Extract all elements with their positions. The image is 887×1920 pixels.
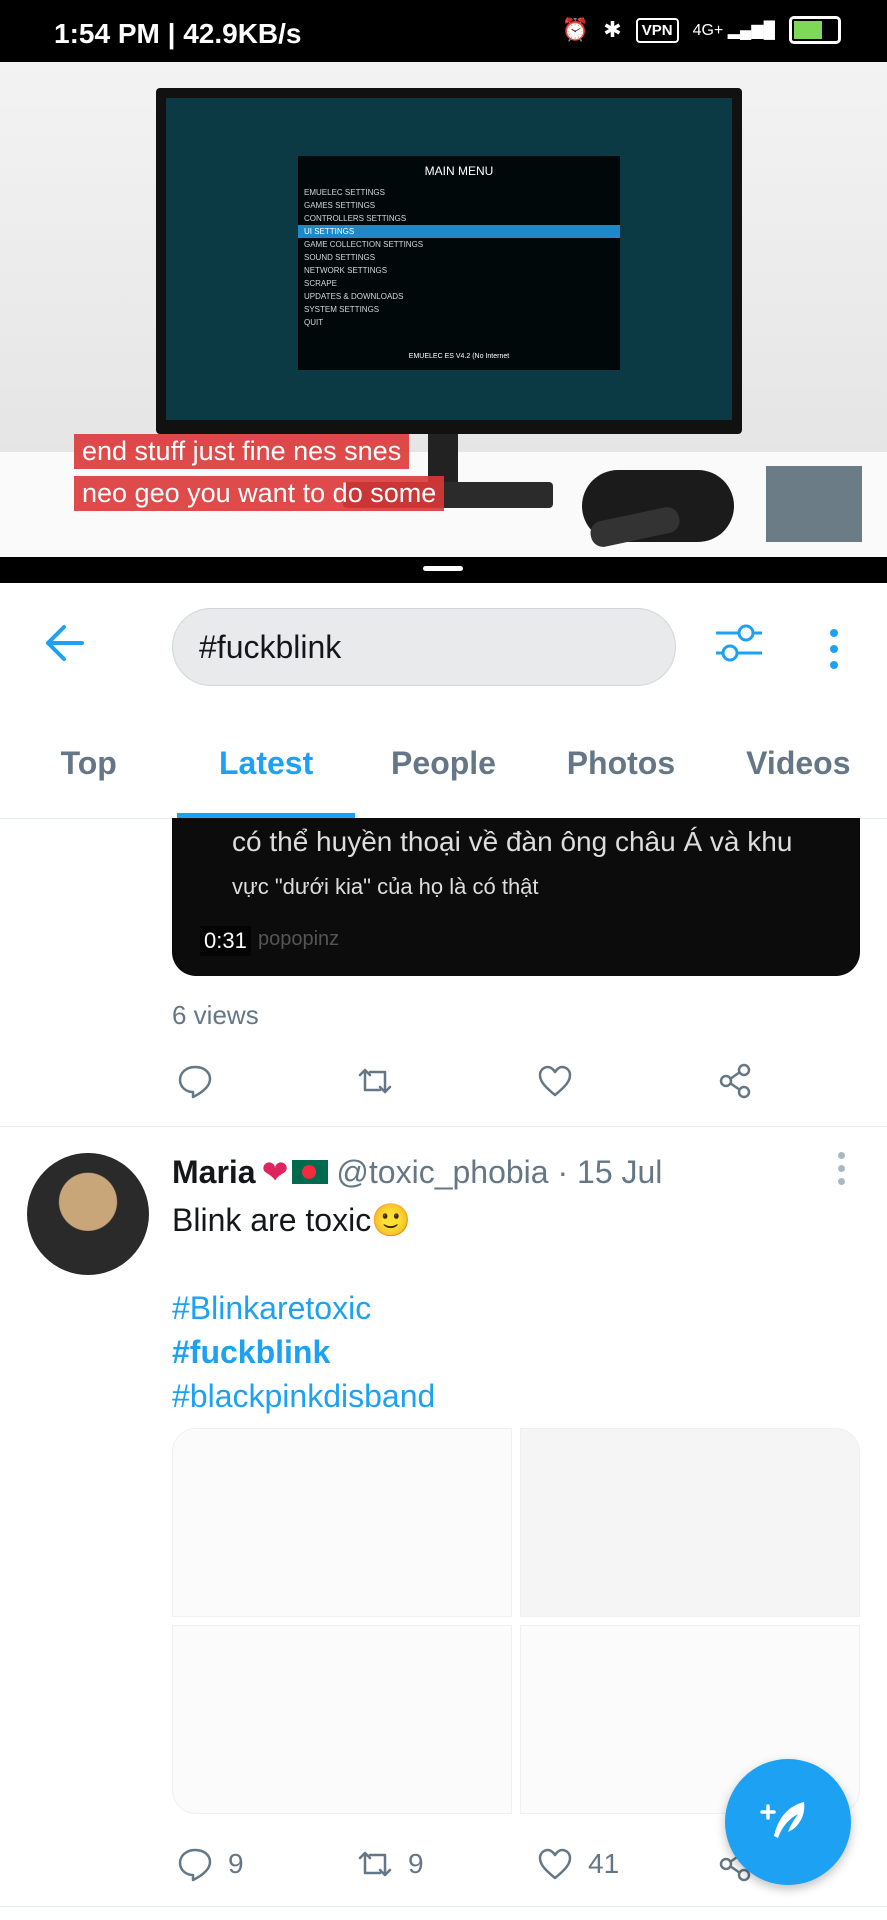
status-icons: ⏰ ✱ VPN 4G+ ▂▄▆█ bbox=[562, 16, 841, 44]
back-arrow-icon[interactable] bbox=[42, 623, 86, 673]
signal-icon: 4G+ ▂▄▆█ bbox=[692, 22, 775, 39]
tweet-actions bbox=[176, 1062, 887, 1100]
hashtag-link[interactable]: #blackpinkdisband bbox=[172, 1374, 435, 1418]
like-button[interactable]: 41 bbox=[536, 1845, 716, 1883]
tab-videos[interactable]: Videos bbox=[710, 700, 887, 818]
tab-top[interactable]: Top bbox=[0, 700, 177, 818]
retweet-icon bbox=[358, 1851, 392, 1877]
reply-button[interactable] bbox=[176, 1062, 356, 1100]
tab-photos[interactable]: Photos bbox=[532, 700, 709, 818]
share-icon bbox=[719, 1063, 751, 1099]
monitor-image: MAIN MENU EMUELEC SETTINGS GAMES SETTING… bbox=[156, 88, 742, 434]
search-header: #fuckblink bbox=[0, 583, 887, 698]
tweet-divider bbox=[0, 1126, 887, 1127]
tweet-image-grid bbox=[172, 1428, 860, 1814]
hashtag-link[interactable]: #fuckblink bbox=[172, 1330, 435, 1374]
handle-and-date: @toxic_phobia · 15 Jul bbox=[336, 1153, 663, 1190]
video-watermark: popopinz bbox=[258, 928, 340, 950]
retweet-count: 9 bbox=[408, 1848, 424, 1879]
alarm-icon: ⏰ bbox=[561, 17, 590, 42]
video-subtitle-1: có thể huyền thoại về đàn ông châu Á và … bbox=[232, 826, 793, 857]
heart-icon bbox=[538, 1065, 572, 1097]
search-tabs: Top Latest People Photos Videos bbox=[0, 700, 887, 819]
feather-plus-icon bbox=[760, 1802, 805, 1838]
menu-item: EMUELEC SETTINGS bbox=[304, 188, 385, 197]
status-time: 1:54 PM | 42.9KB/s bbox=[54, 18, 302, 49]
view-count: 6 views bbox=[172, 1000, 259, 1030]
heart-emoji-icon: ❤ bbox=[261, 1154, 289, 1190]
pip-drag-handle[interactable] bbox=[0, 557, 887, 583]
tweet-header: Maria ❤ @toxic_phobia · 15 Jul bbox=[172, 1153, 662, 1191]
status-bar: 1:54 PM | 42.9KB/s ⏰ ✱ VPN 4G+ ▂▄▆█ bbox=[0, 0, 887, 62]
menu-item: SYSTEM SETTINGS bbox=[304, 305, 380, 314]
reply-button[interactable]: 9 bbox=[176, 1845, 356, 1883]
filter-icon[interactable] bbox=[714, 621, 764, 665]
menu-version: EMUELEC ES V4.2 (No Internet bbox=[408, 353, 510, 360]
retweet-icon bbox=[358, 1068, 392, 1094]
tab-latest[interactable]: Latest bbox=[177, 700, 356, 818]
caption-line-1: end stuff just fine nes snes bbox=[74, 434, 410, 469]
display-name[interactable]: Maria bbox=[172, 1154, 256, 1191]
reply-count: 9 bbox=[228, 1848, 244, 1879]
menu-item: UPDATES & DOWNLOADS bbox=[304, 292, 404, 301]
emulator-menu: MAIN MENU EMUELEC SETTINGS GAMES SETTING… bbox=[298, 156, 620, 370]
menu-item: SOUND SETTINGS bbox=[304, 253, 376, 262]
menu-item: NETWORK SETTINGS bbox=[304, 266, 388, 275]
vpn-icon: VPN bbox=[635, 17, 679, 43]
retweet-button[interactable]: 9 bbox=[356, 1845, 536, 1883]
video-player[interactable]: MAIN MENU EMUELEC SETTINGS GAMES SETTING… bbox=[0, 62, 887, 557]
tweet-image[interactable] bbox=[172, 1625, 512, 1814]
hashtag-link[interactable]: #Blinkaretoxic bbox=[172, 1286, 435, 1330]
tweet-body: Blink are toxic🙂 #Blinkaretoxic #fuckbli… bbox=[172, 1198, 435, 1418]
compose-tweet-button[interactable] bbox=[725, 1759, 851, 1885]
bluetooth-icon: ✱ bbox=[603, 17, 622, 42]
battery-icon bbox=[789, 16, 841, 44]
heart-icon bbox=[538, 1848, 572, 1880]
like-count: 41 bbox=[588, 1848, 620, 1879]
tweet-image[interactable] bbox=[520, 1428, 860, 1617]
share-button[interactable] bbox=[716, 1062, 887, 1100]
menu-title: MAIN MENU bbox=[424, 164, 494, 178]
menu-item: GAME COLLECTION SETTINGS bbox=[304, 240, 424, 249]
tweet-more-icon[interactable] bbox=[838, 1152, 846, 1191]
menu-item-selected: UI SETTINGS bbox=[298, 225, 620, 238]
tab-people[interactable]: People bbox=[355, 700, 532, 818]
bangladesh-flag-icon bbox=[292, 1160, 329, 1184]
menu-item: SCRAPE bbox=[304, 279, 337, 288]
video-duration: 0:31 bbox=[200, 926, 251, 956]
tweet-image[interactable] bbox=[172, 1428, 512, 1617]
video-thumbnail[interactable] bbox=[766, 466, 862, 542]
tweet-video[interactable]: có thể huyền thoại về đàn ông châu Á và … bbox=[172, 818, 860, 976]
more-options-icon[interactable] bbox=[830, 629, 838, 677]
menu-item: CONTROLLERS SETTINGS bbox=[304, 214, 407, 223]
like-button[interactable] bbox=[536, 1062, 716, 1100]
search-query: #fuckblink bbox=[199, 628, 342, 665]
tweet-text: Blink are toxic🙂 bbox=[172, 1202, 412, 1238]
menu-item: QUIT bbox=[304, 318, 324, 327]
caption-line-2: neo geo you want to do some bbox=[74, 476, 445, 511]
retweet-button[interactable] bbox=[356, 1062, 536, 1100]
reply-icon bbox=[178, 1848, 212, 1882]
video-subtitle-2: vực "dưới kia" của họ là có thật bbox=[232, 874, 539, 899]
search-input[interactable]: #fuckblink bbox=[172, 608, 676, 686]
tweet-divider bbox=[0, 1906, 887, 1907]
avatar[interactable] bbox=[27, 1153, 149, 1275]
menu-item: GAMES SETTINGS bbox=[304, 201, 376, 210]
reply-icon bbox=[178, 1065, 212, 1099]
